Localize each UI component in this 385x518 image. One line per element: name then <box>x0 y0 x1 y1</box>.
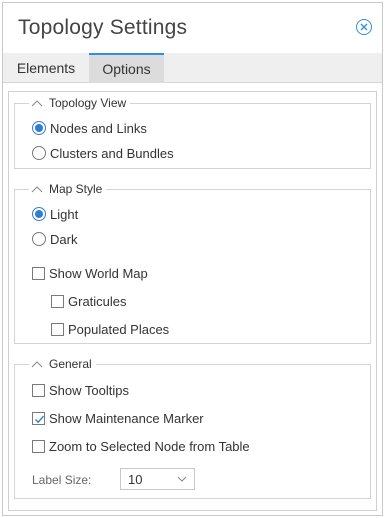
radio-button-selected[interactable] <box>32 207 46 221</box>
radio-button-selected[interactable] <box>32 121 46 135</box>
general-legend: General <box>49 357 92 371</box>
tab-bar: Elements Options <box>3 53 382 83</box>
checkbox-populated-places[interactable]: Populated Places <box>51 320 169 338</box>
label-size-select[interactable]: 10 <box>120 468 195 490</box>
radio-label: Dark <box>50 231 78 247</box>
checkbox[interactable] <box>32 383 45 397</box>
checkbox[interactable] <box>51 294 64 308</box>
checkbox[interactable] <box>32 439 45 453</box>
checkbox-label: Show Tooltips <box>49 382 129 398</box>
options-content: Topology View Nodes and Links Clusters a… <box>8 91 377 511</box>
chevron-up-icon <box>31 100 43 107</box>
tab-elements[interactable]: Elements <box>3 53 89 83</box>
close-icon[interactable] <box>356 19 372 35</box>
checkbox-label: Show World Map <box>49 265 148 281</box>
radio-button[interactable] <box>32 146 46 160</box>
checkbox-show-world-map[interactable]: Show World Map <box>32 264 148 282</box>
map-style-header[interactable]: Map Style <box>29 181 107 197</box>
general-group: General Show Tooltips Show Maintenance M… <box>14 356 371 499</box>
checkbox-zoom-to-selected-node[interactable]: Zoom to Selected Node from Table <box>32 437 250 455</box>
map-style-group: Map Style Light Dark Show World Map Grat… <box>14 181 371 344</box>
topology-view-legend: Topology View <box>49 96 127 110</box>
checkbox-label: Zoom to Selected Node from Table <box>49 438 250 454</box>
map-style-legend: Map Style <box>49 182 103 196</box>
topology-settings-dialog: Topology Settings Elements Options Topol… <box>2 2 383 516</box>
checkbox-show-maintenance-marker[interactable]: Show Maintenance Marker <box>32 409 204 427</box>
dialog-title: Topology Settings <box>18 16 188 39</box>
checkbox-show-tooltips[interactable]: Show Tooltips <box>32 381 129 399</box>
chevron-up-icon <box>31 186 43 193</box>
topology-view-header[interactable]: Topology View <box>29 95 131 111</box>
chevron-up-icon <box>31 361 43 368</box>
checkbox-label: Show Maintenance Marker <box>49 410 204 426</box>
checkbox[interactable] <box>32 266 45 280</box>
checkbox-label: Graticules <box>68 293 127 309</box>
label-size-label: Label Size: <box>32 473 92 487</box>
radio-label: Light <box>50 206 79 222</box>
radio-button[interactable] <box>32 232 46 246</box>
label-size-value: 10 <box>128 472 143 487</box>
radio-light[interactable]: Light <box>32 205 78 223</box>
tab-options[interactable]: Options <box>89 53 164 83</box>
radio-label: Nodes and Links <box>50 120 147 136</box>
topology-view-group: Topology View Nodes and Links Clusters a… <box>14 95 371 169</box>
checkbox-label: Populated Places <box>68 321 170 337</box>
radio-clusters-and-bundles[interactable]: Clusters and Bundles <box>32 144 174 162</box>
checkbox-checked[interactable] <box>32 411 45 425</box>
checkbox-graticules[interactable]: Graticules <box>51 292 127 310</box>
radio-label: Clusters and Bundles <box>50 145 174 161</box>
chevron-down-icon <box>177 476 187 482</box>
checkmark-icon <box>35 415 45 423</box>
radio-nodes-and-links[interactable]: Nodes and Links <box>32 119 147 137</box>
general-header[interactable]: General <box>29 356 96 372</box>
checkbox[interactable] <box>51 322 64 336</box>
radio-dark[interactable]: Dark <box>32 230 77 248</box>
